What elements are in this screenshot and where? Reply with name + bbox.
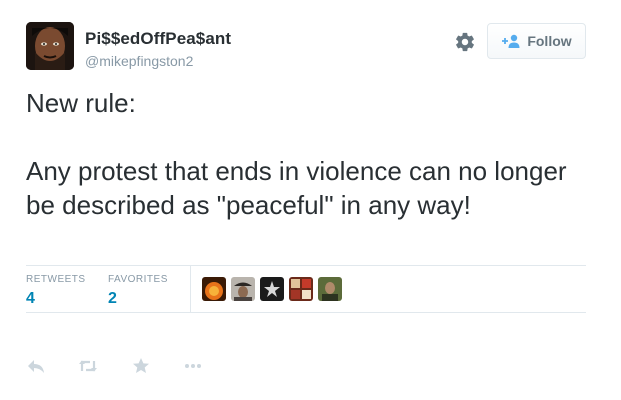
- tweet-text: New rule: Any protest that ends in viole…: [26, 88, 567, 220]
- favoriter-avatar[interactable]: [289, 277, 313, 301]
- user-display-name[interactable]: Pi$$edOffPea$ant: [85, 29, 231, 49]
- favoriter-avatar[interactable]: [260, 277, 284, 301]
- tweet-stats: RETWEETS 4 FAVORITES 2: [26, 265, 586, 313]
- favoriters-avatars: [202, 277, 342, 301]
- star-icon[interactable]: [131, 356, 151, 376]
- retweets-count: 4: [26, 290, 35, 307]
- retweets-label: RETWEETS: [26, 274, 86, 285]
- retweet-icon[interactable]: [78, 356, 98, 376]
- tweet-actions: [26, 356, 203, 376]
- favorites-count: 2: [108, 290, 117, 307]
- stats-divider: [190, 266, 191, 313]
- tweet-card: Pi$$edOffPea$ant @mikepfingston2 Follow …: [0, 0, 621, 400]
- user-plus-icon: [501, 34, 521, 48]
- favoriter-avatar[interactable]: [231, 277, 255, 301]
- gear-icon[interactable]: [454, 31, 476, 53]
- more-icon[interactable]: [183, 356, 203, 376]
- retweets-stat[interactable]: RETWEETS 4: [26, 274, 86, 308]
- user-handle[interactable]: @mikepfingston2: [85, 53, 193, 69]
- favoriter-avatar[interactable]: [318, 277, 342, 301]
- follow-button[interactable]: Follow: [487, 23, 586, 59]
- favorites-stat[interactable]: FAVORITES 2: [108, 274, 168, 308]
- follow-button-label: Follow: [527, 33, 572, 49]
- reply-icon[interactable]: [26, 356, 46, 376]
- favorites-label: FAVORITES: [108, 274, 168, 285]
- user-avatar[interactable]: [26, 22, 74, 70]
- favoriter-avatar[interactable]: [202, 277, 226, 301]
